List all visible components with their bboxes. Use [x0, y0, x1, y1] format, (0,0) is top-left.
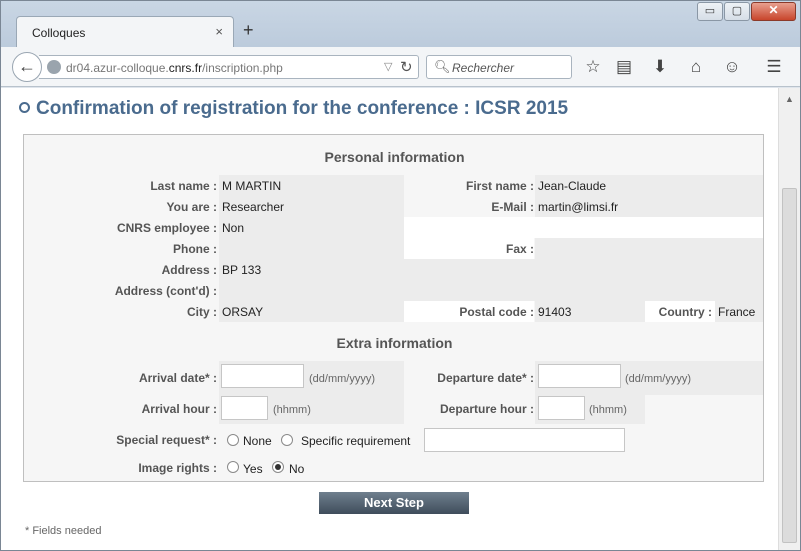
address-cell	[219, 259, 763, 280]
page-content: Confirmation of registration for the con…	[1, 88, 778, 550]
scrollbar-thumb[interactable]	[782, 188, 797, 543]
cnrs-employee-label: CNRS employee :	[116, 221, 217, 235]
last-name-value: M MARTIN	[222, 179, 282, 193]
reading-list-icon[interactable]: ▤	[613, 56, 635, 78]
first-name-label: First name :	[465, 179, 534, 193]
url-domain: cnrs.fr	[168, 61, 203, 75]
departure-hour-input[interactable]	[538, 396, 585, 420]
smiley-icon[interactable]: ☺	[721, 56, 743, 78]
postal-code-value: 91403	[538, 305, 572, 319]
search-icon: 🔍︎	[434, 59, 451, 74]
navigation-bar: dr04.azur-colloque.cnrs.fr/inscription.p…	[1, 47, 800, 87]
phone-cell	[219, 238, 404, 259]
first-name-value: Jean-Claude	[538, 179, 607, 193]
image-rights-yes-label: Yes	[243, 462, 263, 476]
registration-box: Personal information Last name : M MARTI…	[23, 134, 764, 482]
new-tab-icon[interactable]: +	[243, 21, 254, 39]
special-request-label: Special request* :	[116, 433, 217, 447]
arrival-date-input[interactable]	[221, 364, 304, 388]
special-specific-radio[interactable]	[281, 434, 293, 446]
search-box[interactable]: 🔍︎ Rechercher	[426, 55, 572, 79]
address-cont-cell	[219, 280, 763, 301]
url-bar[interactable]: dr04.azur-colloque.cnrs.fr/inscription.p…	[39, 55, 419, 79]
special-none-radio[interactable]	[227, 434, 239, 446]
cnrs-spacer	[404, 217, 763, 238]
search-placeholder: Rechercher	[452, 61, 515, 75]
image-rights-no-label: No	[289, 462, 305, 476]
departure-hour-label: Departure hour :	[439, 402, 534, 416]
postal-code-label: Postal code :	[459, 305, 534, 319]
country-label: Country :	[658, 305, 712, 319]
tab-colloques[interactable]: Colloques ×	[16, 16, 234, 48]
url-prefix: dr04.azur-colloque.	[66, 61, 169, 75]
minimize-button[interactable]: ▭	[697, 2, 723, 21]
browser-window: Colloques × + ▭ ▢ ✕ dr04.azur-colloque.c…	[0, 0, 801, 551]
cnrs-employee-cell	[219, 217, 404, 238]
address-value: BP 133	[222, 263, 262, 277]
city-label: City :	[187, 305, 217, 319]
minimize-icon: ▭	[704, 5, 716, 17]
country-value: France	[718, 305, 756, 319]
scroll-up-icon[interactable]: ▲	[785, 94, 794, 104]
download-icon[interactable]: ⬇	[649, 56, 671, 78]
tab-title: Colloques	[32, 26, 86, 40]
special-none-label: None	[243, 434, 272, 448]
url-dropdown-icon[interactable]: ▽	[384, 60, 392, 73]
phone-label: Phone :	[173, 242, 217, 256]
page-title: Confirmation of registration for the con…	[19, 98, 568, 120]
address-label: Address :	[161, 263, 217, 277]
vertical-scrollbar[interactable]: ▲	[778, 88, 800, 550]
fax-cell	[535, 238, 763, 259]
departure-hour-hint: (hhmm)	[589, 404, 627, 416]
city-value: ORSAY	[222, 305, 264, 319]
back-button[interactable]: ←	[12, 52, 42, 82]
departure-date-label: Departure date* :	[437, 371, 534, 385]
arrival-date-label: Arrival date* :	[138, 371, 217, 385]
special-request-input[interactable]	[424, 428, 625, 452]
menu-icon[interactable]: ☰	[763, 56, 785, 78]
last-name-label: Last name :	[150, 179, 217, 193]
close-icon: ✕	[768, 3, 779, 17]
image-rights-yes-radio[interactable]	[227, 461, 239, 473]
arrival-hour-input[interactable]	[221, 396, 268, 420]
fields-needed-note: * Fields needed	[25, 525, 102, 537]
bookmark-star-icon[interactable]: ☆	[582, 56, 604, 78]
next-step-button[interactable]: Next Step	[319, 492, 469, 514]
you-are-label: You are :	[166, 200, 217, 214]
maximize-icon: ▢	[731, 5, 743, 17]
image-rights-label: Image rights :	[138, 461, 217, 475]
departure-date-hint: (dd/mm/yyyy)	[625, 373, 691, 385]
departure-date-input[interactable]	[538, 364, 621, 388]
arrival-date-hint: (dd/mm/yyyy)	[309, 373, 375, 385]
address-cont-label: Address (cont'd) :	[114, 284, 217, 298]
back-arrow-icon: ←	[18, 56, 36, 76]
email-label: E-Mail :	[491, 200, 534, 214]
arrival-hour-label: Arrival hour :	[141, 402, 217, 416]
close-window-button[interactable]: ✕	[751, 2, 796, 21]
personal-section-heading: Personal information	[324, 149, 465, 165]
tab-strip: Colloques × + ▭ ▢ ✕	[1, 1, 800, 48]
page-title-text: Confirmation of registration for the con…	[36, 98, 569, 119]
extra-section-heading: Extra information	[336, 335, 453, 351]
maximize-button[interactable]: ▢	[724, 2, 750, 21]
title-bullet-icon	[19, 102, 30, 113]
arrival-hour-hint: (hhmm)	[273, 404, 311, 416]
email-value: martin@limsi.fr	[538, 200, 619, 214]
globe-icon	[47, 60, 61, 74]
special-specific-label: Specific requirement	[301, 434, 411, 448]
tab-close-icon[interactable]: ×	[215, 24, 223, 39]
image-rights-no-radio[interactable]	[272, 461, 284, 473]
url-text: dr04.azur-colloque.cnrs.fr/inscription.p…	[66, 61, 283, 75]
url-path: /inscription.php	[202, 61, 283, 75]
home-icon[interactable]: ⌂	[685, 56, 707, 78]
cnrs-employee-value: Non	[222, 221, 245, 235]
reload-icon[interactable]: ↻	[400, 58, 413, 76]
fax-label: Fax :	[505, 242, 534, 256]
you-are-value: Researcher	[222, 200, 285, 214]
